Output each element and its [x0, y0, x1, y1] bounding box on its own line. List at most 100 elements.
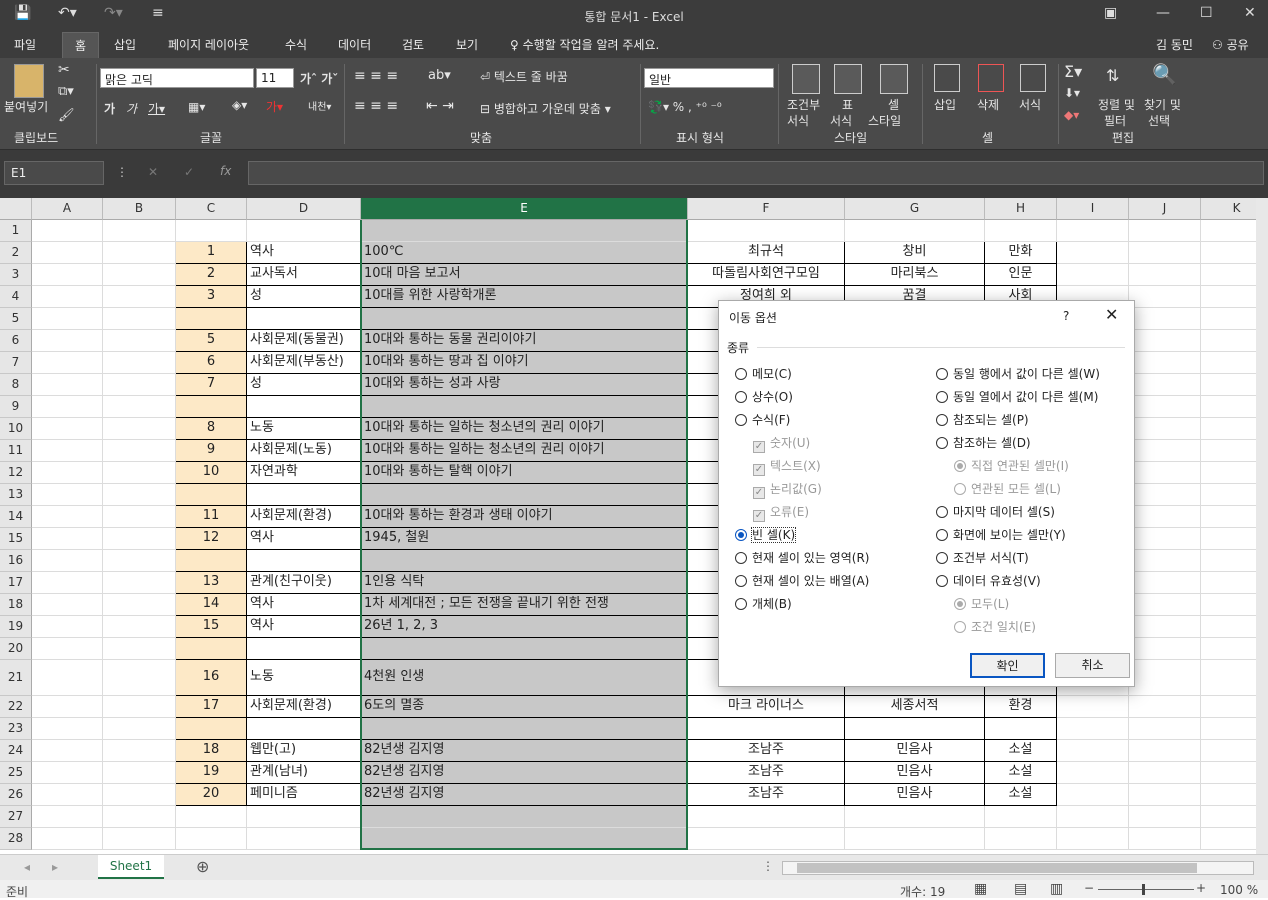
- cell[interactable]: [32, 220, 103, 242]
- cell[interactable]: [32, 374, 103, 396]
- cell-c-row[interactable]: 1: [176, 242, 247, 264]
- tab-data[interactable]: 데이터: [338, 36, 371, 53]
- row-header[interactable]: 22: [0, 696, 32, 718]
- cell[interactable]: [1201, 418, 1256, 440]
- cell[interactable]: [1057, 264, 1129, 286]
- zoom-slider[interactable]: [1098, 889, 1194, 890]
- cell-f-row[interactable]: 따돌림사회연구모임: [688, 264, 845, 286]
- cut-icon[interactable]: ✂: [58, 62, 70, 78]
- format-table-icon[interactable]: [834, 64, 862, 94]
- cell[interactable]: [103, 828, 176, 850]
- phonetic-icon[interactable]: 내천▾: [308, 98, 331, 113]
- cond-format-label-2[interactable]: 서식: [787, 112, 809, 129]
- orientation-icon[interactable]: ab▾: [428, 68, 451, 83]
- cell-styles-icon[interactable]: [880, 64, 908, 94]
- cell-h-row[interactable]: [985, 220, 1057, 242]
- cell[interactable]: [1057, 784, 1129, 806]
- left-option[interactable]: 상수(O): [735, 388, 793, 405]
- cell-c-row[interactable]: [176, 308, 247, 330]
- cell[interactable]: [1201, 286, 1256, 308]
- cell-f-row[interactable]: [688, 220, 845, 242]
- copy-icon[interactable]: ⧉▾: [58, 84, 74, 99]
- cell-c-row[interactable]: [176, 396, 247, 418]
- cell[interactable]: [1057, 242, 1129, 264]
- cell-d-row[interactable]: 웹만(고): [247, 740, 361, 762]
- right-option[interactable]: 조건부 서식(T): [936, 549, 1029, 566]
- cell-c-row[interactable]: 5: [176, 330, 247, 352]
- row-header[interactable]: 11: [0, 440, 32, 462]
- cell-g-row[interactable]: 마리북스: [845, 264, 985, 286]
- cell[interactable]: [1201, 696, 1256, 718]
- cell-d-row[interactable]: 관계(남녀): [247, 762, 361, 784]
- row-header[interactable]: 21: [0, 660, 32, 696]
- cell[interactable]: [103, 374, 176, 396]
- cell-d-row[interactable]: 성: [247, 374, 361, 396]
- cell[interactable]: [1129, 696, 1201, 718]
- sort-filter-label-1[interactable]: 정렬 및: [1098, 96, 1135, 113]
- cell[interactable]: [1201, 440, 1256, 462]
- cell[interactable]: [1057, 220, 1129, 242]
- insert-function-icon[interactable]: fx: [220, 164, 231, 178]
- cell[interactable]: [1201, 264, 1256, 286]
- cell[interactable]: [1129, 484, 1201, 506]
- cancel-button[interactable]: 취소: [1055, 653, 1130, 678]
- radio-icon[interactable]: [936, 552, 948, 564]
- cell-h-row[interactable]: [985, 806, 1057, 828]
- zoom-level[interactable]: 100 %: [1220, 883, 1258, 897]
- cell[interactable]: [1201, 352, 1256, 374]
- cell-h-row[interactable]: 인문: [985, 264, 1057, 286]
- cell-d-row[interactable]: [247, 718, 361, 740]
- cell[interactable]: [1201, 484, 1256, 506]
- cell-c-row[interactable]: 16: [176, 660, 247, 696]
- cell-d-row[interactable]: 역사: [247, 242, 361, 264]
- cell-h-row[interactable]: 만화: [985, 242, 1057, 264]
- cell[interactable]: [32, 550, 103, 572]
- cell-f-row[interactable]: 조남주: [688, 762, 845, 784]
- cell[interactable]: [32, 762, 103, 784]
- number-format-combo[interactable]: 일반: [644, 68, 774, 88]
- row-header[interactable]: 18: [0, 594, 32, 616]
- zoom-in-icon[interactable]: +: [1196, 881, 1206, 895]
- cond-format-label-1[interactable]: 조건부: [787, 96, 820, 113]
- cell-c-row[interactable]: 17: [176, 696, 247, 718]
- vertical-scrollbar[interactable]: [1256, 198, 1268, 854]
- cell[interactable]: [103, 594, 176, 616]
- cell[interactable]: [1201, 638, 1256, 660]
- cell[interactable]: [1057, 718, 1129, 740]
- cell-c-row[interactable]: 18: [176, 740, 247, 762]
- cell-d-row[interactable]: [247, 396, 361, 418]
- cell[interactable]: [1201, 828, 1256, 850]
- cell[interactable]: [1129, 740, 1201, 762]
- radio-icon[interactable]: [936, 529, 948, 541]
- cell[interactable]: [103, 330, 176, 352]
- left-option[interactable]: 현재 셀이 있는 영역(R): [735, 549, 869, 566]
- cell[interactable]: [1201, 762, 1256, 784]
- cell[interactable]: [32, 528, 103, 550]
- cell-h-row[interactable]: [985, 828, 1057, 850]
- table-label-1[interactable]: 표: [842, 96, 853, 113]
- cell-d-row[interactable]: 성: [247, 286, 361, 308]
- cell-d-row[interactable]: [247, 550, 361, 572]
- fill-icon[interactable]: ⬇▾: [1064, 86, 1080, 100]
- cell-d-row[interactable]: 역사: [247, 594, 361, 616]
- left-option[interactable]: 개체(B): [735, 595, 792, 612]
- border-icon[interactable]: ▦▾: [188, 100, 205, 114]
- insert-cells-icon[interactable]: [934, 64, 960, 92]
- delete-cells-icon[interactable]: [978, 64, 1004, 92]
- cell[interactable]: [103, 806, 176, 828]
- column-header-e[interactable]: E: [361, 198, 688, 220]
- cell-c-row[interactable]: 14: [176, 594, 247, 616]
- insert-cells-button[interactable]: 삽입: [934, 96, 956, 113]
- currency-icon[interactable]: 💱▾ % , ⁺⁰ ⁻⁰: [648, 100, 722, 114]
- cell-d-row[interactable]: [247, 638, 361, 660]
- font-color-icon[interactable]: 가▾: [266, 98, 283, 115]
- column-header-b[interactable]: B: [103, 198, 176, 220]
- cell[interactable]: [1129, 330, 1201, 352]
- row-header[interactable]: 1: [0, 220, 32, 242]
- left-option[interactable]: 현재 셀이 있는 배열(A): [735, 572, 869, 589]
- cell-d-row[interactable]: 노동: [247, 418, 361, 440]
- tab-formulas[interactable]: 수식: [285, 36, 307, 53]
- name-box[interactable]: E1: [4, 161, 104, 185]
- radio-icon[interactable]: [735, 391, 747, 403]
- row-header[interactable]: 10: [0, 418, 32, 440]
